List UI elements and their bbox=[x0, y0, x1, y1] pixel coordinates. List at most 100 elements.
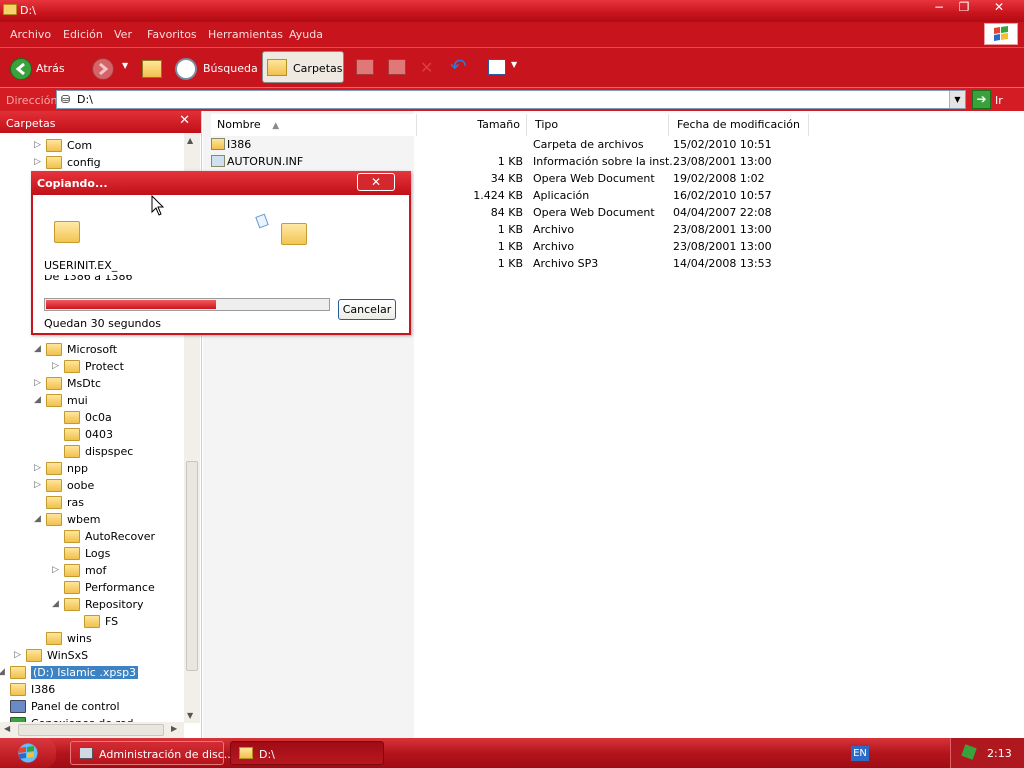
folder-icon bbox=[10, 700, 26, 713]
back-arrow-icon bbox=[10, 58, 32, 80]
chevron-down-icon: ▼ bbox=[122, 61, 129, 70]
close-button[interactable]: ✕ bbox=[988, 0, 1010, 16]
delete-icon[interactable]: ✕ bbox=[420, 58, 433, 86]
menu-ver[interactable]: Ver bbox=[114, 28, 132, 41]
mouse-cursor-icon bbox=[151, 195, 165, 216]
folder-icon bbox=[64, 445, 80, 458]
menu-edicion[interactable]: Edición bbox=[63, 28, 103, 41]
search-label: Búsqueda bbox=[203, 62, 258, 75]
expand-icon[interactable]: ▷ bbox=[14, 650, 24, 660]
folders-button[interactable]: Carpetas bbox=[262, 51, 344, 83]
tree-item-label: npp bbox=[67, 462, 88, 475]
folders-label: Carpetas bbox=[293, 62, 343, 75]
file-type: Información sobre la inst... bbox=[533, 155, 680, 168]
time-remaining: Quedan 30 segundos bbox=[44, 317, 161, 330]
file-size: 34 KB bbox=[490, 172, 523, 185]
search-button[interactable]: Búsqueda bbox=[175, 54, 258, 82]
scroll-down-icon[interactable]: ▼ bbox=[187, 711, 193, 720]
views-icon[interactable] bbox=[488, 59, 506, 75]
folders-pane-header: Carpetas ✕ bbox=[0, 111, 201, 133]
file-row[interactable]: AUTORUN.INF 1 KB Información sobre la inst… bbox=[209, 154, 819, 171]
column-header-size[interactable]: Tamaño bbox=[417, 114, 527, 136]
menu-ayuda[interactable]: Ayuda bbox=[289, 28, 323, 41]
computer-management-icon bbox=[79, 747, 93, 759]
start-button[interactable] bbox=[0, 738, 56, 768]
tree-item-label: AutoRecover bbox=[85, 530, 156, 543]
tree-item-label: FS bbox=[105, 615, 119, 628]
up-folder-button[interactable] bbox=[140, 54, 164, 82]
file-date: 14/04/2008 13:53 bbox=[673, 257, 772, 270]
title-bar: D:\ − ❐ ✕ bbox=[0, 0, 1024, 22]
task-disk-management[interactable]: Administración de disc... bbox=[70, 741, 234, 765]
expand-icon[interactable]: ▷ bbox=[34, 378, 44, 388]
collapse-icon[interactable]: ◢ bbox=[34, 395, 44, 405]
expand-icon[interactable]: ▷ bbox=[34, 463, 44, 473]
copy-to-icon[interactable] bbox=[388, 59, 406, 75]
flying-document-icon bbox=[255, 213, 269, 229]
tree-item-label: wbem bbox=[67, 513, 101, 526]
column-header-type[interactable]: Tipo bbox=[529, 114, 669, 136]
collapse-icon[interactable]: ◢ bbox=[52, 599, 62, 609]
expand-icon[interactable]: ▷ bbox=[34, 140, 44, 150]
file-date: 16/02/2010 10:57 bbox=[673, 189, 772, 202]
column-header-date[interactable]: Fecha de modificación bbox=[669, 114, 809, 136]
scroll-up-icon[interactable]: ▲ bbox=[187, 136, 193, 145]
scroll-left-icon[interactable]: ◀ bbox=[4, 724, 10, 733]
file-size: 1 KB bbox=[497, 155, 523, 168]
dialog-close-button[interactable]: ✕ bbox=[357, 173, 395, 191]
clock: 2:13 bbox=[987, 747, 1012, 760]
folder-icon bbox=[64, 428, 80, 441]
tree-item-label: (D:) Islamic .xpsp3 bbox=[31, 666, 139, 679]
expand-icon[interactable]: ▷ bbox=[34, 157, 44, 167]
expand-icon[interactable]: ▷ bbox=[52, 565, 62, 575]
undo-icon[interactable]: ↶ bbox=[450, 54, 467, 82]
tree-item-label: mui bbox=[67, 394, 88, 407]
views-chevron-down-icon[interactable]: ▼ bbox=[511, 60, 517, 88]
expand-icon[interactable]: ▷ bbox=[52, 361, 62, 371]
file-icon bbox=[211, 155, 225, 167]
go-arrow-icon[interactable]: ➔ bbox=[972, 90, 991, 109]
folder-icon bbox=[64, 360, 80, 373]
folders-horizontal-scrollbar[interactable]: ◀ ▶ bbox=[0, 722, 184, 738]
tree-item-label: Performance bbox=[85, 581, 155, 594]
toolbar: Atrás ▼ Búsqueda Carpetas ✕ ↶ ▼ bbox=[0, 47, 1024, 87]
folders-pane-close-icon[interactable]: ✕ bbox=[179, 113, 190, 128]
tree-item-label: 0c0a bbox=[85, 411, 112, 424]
file-row[interactable]: I386 Carpeta de archivos 15/02/2010 10:51 bbox=[209, 137, 819, 154]
go-label[interactable]: Ir bbox=[995, 94, 1003, 107]
folder-icon bbox=[64, 547, 80, 560]
forward-button[interactable]: ▼ bbox=[92, 54, 132, 82]
collapse-icon[interactable]: ◢ bbox=[34, 514, 44, 524]
cancel-button[interactable]: Cancelar bbox=[338, 299, 396, 320]
minimize-button[interactable]: − bbox=[928, 0, 950, 16]
restore-button[interactable]: ❐ bbox=[953, 0, 975, 16]
folder-icon bbox=[46, 156, 62, 169]
move-to-icon[interactable] bbox=[356, 59, 374, 75]
address-dropdown-icon[interactable]: ▼ bbox=[949, 91, 965, 108]
scrollbar-thumb[interactable] bbox=[186, 461, 198, 671]
collapse-icon[interactable]: ◢ bbox=[0, 667, 8, 677]
folder-icon bbox=[239, 747, 253, 759]
file-date: 23/08/2001 13:00 bbox=[673, 223, 772, 236]
taskbar: Administración de disc... D:\ EN 2:13 bbox=[0, 738, 1024, 768]
source-folder-icon bbox=[54, 221, 80, 243]
h-scrollbar-thumb[interactable] bbox=[18, 724, 164, 736]
back-button[interactable]: Atrás bbox=[8, 54, 70, 82]
tree-item-label: WinSxS bbox=[47, 649, 89, 662]
menu-herramientas[interactable]: Herramientas bbox=[208, 28, 283, 41]
copy-filename: USERINIT.EX_ bbox=[44, 259, 118, 272]
safely-remove-hardware-icon[interactable] bbox=[961, 744, 977, 760]
task-explorer-d[interactable]: D:\ bbox=[230, 741, 384, 765]
expand-icon[interactable]: ▷ bbox=[34, 480, 44, 490]
file-type: Archivo SP3 bbox=[533, 257, 599, 270]
dialog-title-bar: Copiando... ✕ bbox=[31, 171, 411, 195]
folder-icon bbox=[26, 649, 42, 662]
language-indicator[interactable]: EN bbox=[851, 746, 869, 761]
column-header-name[interactable]: Nombre ▲ bbox=[211, 114, 417, 136]
menu-archivo[interactable]: Archivo bbox=[10, 28, 51, 41]
collapse-icon[interactable]: ◢ bbox=[34, 344, 44, 354]
address-input[interactable]: ⛁ D:\ ▼ bbox=[56, 90, 966, 109]
task-label: D:\ bbox=[259, 748, 275, 761]
menu-favoritos[interactable]: Favoritos bbox=[147, 28, 197, 41]
scroll-right-icon[interactable]: ▶ bbox=[171, 724, 177, 733]
